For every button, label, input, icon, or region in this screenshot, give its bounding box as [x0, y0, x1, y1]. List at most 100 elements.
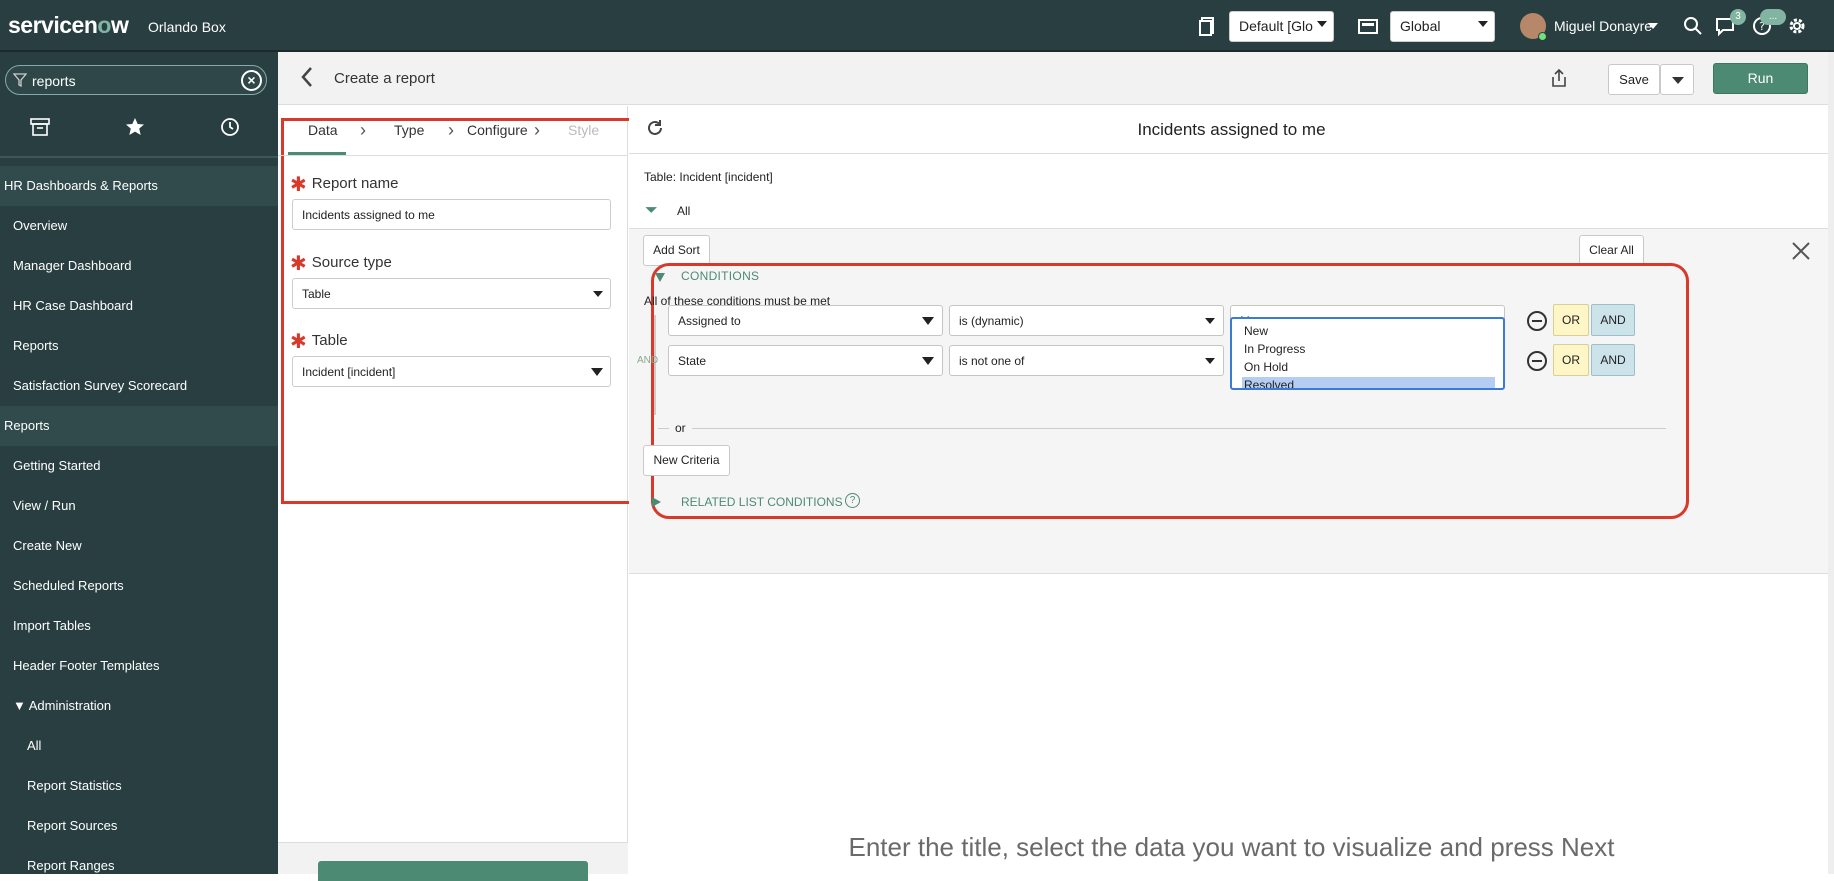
sidebar-item-label: Report Sources [27, 818, 118, 833]
condition-field-select[interactable]: Assigned to [668, 305, 943, 336]
save-button[interactable]: Save [1608, 64, 1660, 95]
required-asterisk-icon: ✱ [290, 253, 307, 275]
report-name-input[interactable]: Incidents assigned to me [292, 199, 611, 230]
chevron-down-icon [1672, 77, 1684, 84]
sidebar-item-label: Satisfaction Survey Scorecard [13, 378, 188, 393]
filter-icon [13, 73, 27, 87]
servicenow-logo[interactable]: servicenow [8, 12, 129, 39]
remove-condition-icon[interactable] [1527, 311, 1547, 331]
user-name: Miguel Donayre [1554, 18, 1653, 34]
listbox-option[interactable]: New [1242, 323, 1495, 339]
sidebar-item-label: Overview [13, 218, 68, 233]
filter-text: reports [32, 73, 76, 89]
table-select[interactable]: Incident [incident] [292, 356, 611, 387]
share-icon[interactable] [1550, 68, 1568, 88]
presence-indicator [1538, 32, 1547, 41]
sidebar-section[interactable]: Reports [0, 406, 278, 446]
source-type-label: ✱ Source type [290, 253, 392, 275]
listbox-option[interactable]: On Hold [1242, 359, 1495, 375]
sidebar-item-label: Scheduled Reports [13, 578, 124, 593]
condition-operator-select[interactable]: is not one of [949, 345, 1224, 376]
sidebar-item[interactable]: Report Ranges [0, 846, 278, 874]
conditions-heading[interactable]: CONDITIONS [681, 269, 759, 283]
sidebar-item[interactable]: Report Sources [0, 806, 278, 846]
remove-condition-icon[interactable] [1527, 351, 1547, 371]
sidebar-item[interactable]: All [0, 726, 278, 766]
sidebar-item[interactable]: Getting Started [0, 446, 278, 486]
sidebar-item[interactable]: Scheduled Reports [0, 566, 278, 606]
run-button[interactable]: Run [1713, 63, 1808, 94]
page-scrollbar[interactable] [1828, 52, 1834, 874]
condition-builder: Add Sort Clear All CONDITIONS All of the… [629, 228, 1834, 574]
or-divider-label: or [669, 421, 692, 435]
sidebar-item[interactable]: Overview [0, 206, 278, 246]
sidebar-item[interactable]: Header Footer Templates [0, 646, 278, 686]
navigator-filter-input[interactable]: reports × [5, 65, 267, 95]
and-connector-label: AND [637, 355, 659, 366]
expand-triangle-icon[interactable] [652, 497, 661, 507]
gear-icon[interactable] [1786, 15, 1808, 37]
related-list-conditions-heading[interactable]: RELATED LIST CONDITIONS [681, 495, 843, 509]
sidebar-section[interactable]: HR Dashboards & Reports [0, 166, 278, 206]
condition-field-select[interactable]: State [668, 345, 943, 376]
add-sort-button[interactable]: Add Sort [643, 235, 710, 266]
sidebar-item[interactable]: Import Tables [0, 606, 278, 646]
sidebar-item[interactable]: Create New [0, 526, 278, 566]
report-header: Create a report Save Run [278, 52, 1834, 105]
sidebar-item[interactable]: Manager Dashboard [0, 246, 278, 286]
source-type-select[interactable]: Table [292, 278, 611, 309]
clear-all-button[interactable]: Clear All [1579, 235, 1644, 266]
help-badge: ... [1760, 9, 1786, 25]
or-button[interactable]: OR [1553, 304, 1589, 336]
steps-divider [278, 155, 628, 156]
sidebar-item[interactable]: ▼ Administration [0, 686, 278, 726]
listbox-option[interactable]: Resolved [1242, 377, 1495, 388]
and-button[interactable]: AND [1591, 304, 1635, 336]
page-title: Create a report [334, 70, 435, 87]
update-set-select[interactable]: Default [Glo [1229, 11, 1334, 42]
sidebar-item-label: Getting Started [13, 458, 101, 473]
sidebar-item[interactable]: HR Case Dashboard [0, 286, 278, 326]
sidebar-item-label: Report Ranges [27, 858, 115, 873]
close-icon[interactable] [1791, 241, 1811, 261]
step-data-tab[interactable]: Data [308, 122, 338, 138]
sidebar-item[interactable]: View / Run [0, 486, 278, 526]
history-clock-icon[interactable] [219, 116, 241, 138]
instance-name: Orlando Box [148, 19, 226, 35]
application-scope-select[interactable]: Global [1390, 11, 1495, 42]
application-scope-icon[interactable] [1357, 15, 1379, 37]
new-criteria-button[interactable]: New Criteria [643, 445, 730, 476]
step-type-tab[interactable]: Type [394, 122, 424, 138]
next-button[interactable] [318, 861, 588, 881]
report-preview-panel: Incidents assigned to me Table: Incident… [629, 106, 1834, 874]
clear-filter-icon[interactable]: × [241, 70, 262, 91]
and-button[interactable]: AND [1591, 344, 1635, 376]
all-applications-icon[interactable] [29, 116, 51, 138]
search-icon[interactable] [1682, 15, 1704, 37]
sidebar-item[interactable]: Reports [0, 326, 278, 366]
or-divider-line [658, 428, 1666, 429]
sidebar-item[interactable]: Satisfaction Survey Scorecard [0, 366, 278, 406]
save-options-button[interactable] [1660, 64, 1694, 95]
listbox-option[interactable]: In Progress [1242, 341, 1495, 357]
sidebar-item[interactable]: Report Statistics [0, 766, 278, 806]
update-set-icon[interactable] [1197, 15, 1219, 37]
favorites-star-icon[interactable] [124, 116, 146, 138]
step-style-tab: Style [568, 122, 600, 138]
state-values-listbox[interactable]: NewIn ProgressOn HoldResolvedClosed [1230, 317, 1505, 390]
sidebar-item-label: Manager Dashboard [13, 258, 132, 273]
sidebar-divider [0, 156, 278, 158]
report-builder-panel: Data › Type › Configure › Style ✱ Report … [278, 106, 635, 881]
filter-breadcrumb[interactable]: ⏷ All [645, 202, 690, 220]
condition-operator-select[interactable]: is (dynamic) [949, 305, 1224, 336]
sidebar-item-label: View / Run [13, 498, 76, 513]
collapse-triangle-icon[interactable] [655, 273, 665, 282]
sidebar-item-label: Create New [13, 538, 82, 553]
or-button[interactable]: OR [1553, 344, 1589, 376]
empty-state-message: Enter the title, select the data you wan… [848, 832, 1615, 862]
expand-triangle-icon[interactable]: ▼ [13, 698, 29, 713]
back-arrow-icon[interactable] [300, 66, 314, 88]
help-icon[interactable]: ? [845, 493, 860, 508]
step-configure-tab[interactable]: Configure [467, 122, 528, 138]
funnel-icon[interactable]: ⏷ [645, 202, 665, 220]
